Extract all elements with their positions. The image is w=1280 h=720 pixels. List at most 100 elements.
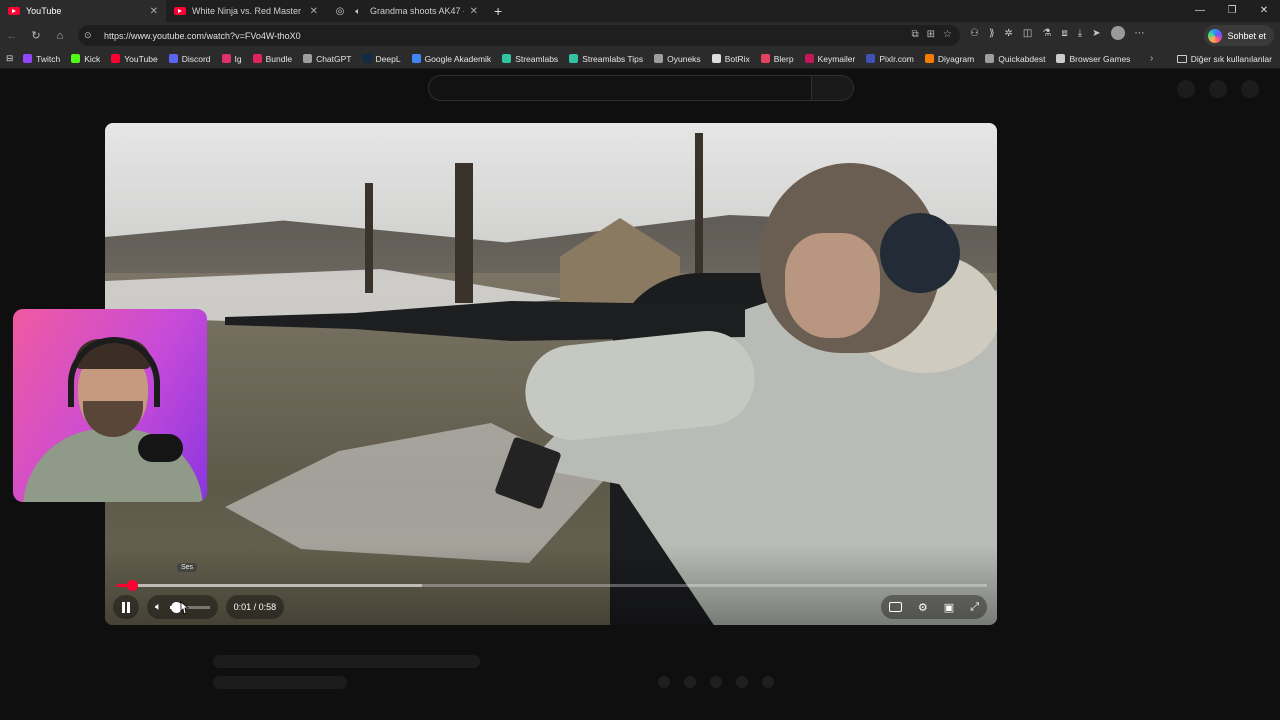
search-input[interactable] (428, 75, 812, 101)
close-window-icon[interactable]: ✕ (1248, 0, 1280, 22)
bookmark-streamlabs[interactable]: Streamlabs (502, 54, 558, 64)
app-available-icon[interactable]: ⊞ (927, 29, 935, 40)
bookmark-chatgpt[interactable]: ChatGPT (303, 53, 352, 64)
bookmark-label: Pixlr.com (879, 53, 914, 64)
miniplayer-icon[interactable]: ▣ (944, 601, 954, 614)
restore-icon[interactable]: ❐ (1216, 0, 1248, 22)
bookmark-label: Diyagram (937, 53, 975, 64)
split-screen-icon[interactable]: ◫ (1023, 28, 1032, 39)
right-controls: ⚙ ▣ ⤢ (880, 595, 987, 619)
close-icon[interactable]: ✕ (150, 6, 158, 17)
bookmark-label: BotRix (724, 53, 750, 64)
bookmark-twitch[interactable]: Twitch (23, 54, 60, 64)
progress-scrubber[interactable] (126, 580, 138, 591)
youtube-icon (174, 5, 186, 17)
bookmark-streamlabs-tips[interactable]: Streamlabs Tips (569, 54, 643, 64)
bookmarks-bar: ⊟ Twitch Kick YouTube Discord Ig Bundle ChatGP… (0, 49, 1280, 69)
downloads-icon[interactable]: ⤓ (1078, 28, 1082, 39)
home-icon[interactable]: ⌂ (48, 30, 72, 42)
bookmark-favicon-icon (924, 54, 934, 63)
bookmark-favicon-icon (252, 54, 262, 63)
reading-view-icon[interactable]: ⊟ (6, 53, 13, 64)
bookmark-favicon-icon (985, 54, 995, 63)
other-bookmarks[interactable]: Diğer sık kullanılanlar (1176, 49, 1272, 69)
bookmark-label: Google Akademik (424, 53, 492, 64)
fullscreen-icon[interactable]: ⤢ (970, 601, 979, 614)
progress-buffer (117, 584, 422, 587)
bookmark-label: Ig (234, 53, 242, 64)
back-arrow-icon[interactable]: ← (0, 30, 24, 42)
reload-icon[interactable]: ↻ (24, 29, 48, 42)
youtube-page: Ses 🔈︎ 0:01 / 0:58 ⚙ ▣ ⤢ (0, 70, 1280, 720)
subtitles-icon[interactable] (888, 602, 902, 612)
profile-avatar[interactable] (1110, 26, 1125, 40)
bookmark-discord[interactable]: Discord (168, 53, 211, 64)
volume-slider[interactable] (169, 601, 210, 613)
browser-tab-white-ninja[interactable]: White Ninja vs. Red Master - YouT ✕ (166, 0, 326, 22)
bookmark-quickabdest[interactable]: Quickabdest (985, 54, 1045, 64)
pause-button[interactable] (113, 595, 139, 619)
bookmark-pixlr-com[interactable]: Pixlr.com (866, 53, 914, 64)
bookmark-ig[interactable]: Ig (221, 53, 242, 64)
bookmark-browser-games[interactable]: Browser Games (1056, 54, 1130, 64)
bookmark-favicon-icon (111, 54, 121, 63)
close-icon[interactable]: ✕ (310, 6, 318, 17)
browser-tools: ⚇ ⟫ ✲ ◫ ⚗ ⧈ ⤓ ➤ ⋯ (970, 26, 1145, 40)
bookmark-keymailer[interactable]: Keymailer (804, 54, 855, 64)
bookmark-botrix[interactable]: BotRix (711, 53, 750, 64)
header-placeholder-icon[interactable] (1209, 80, 1227, 98)
bookmark-favicon-icon (804, 54, 814, 63)
bookmark-deepl[interactable]: DeepL (362, 54, 401, 64)
minimize-icon[interactable]: — (1184, 0, 1216, 22)
chevron-right-icon[interactable]: › (1150, 49, 1153, 69)
bookmark-kick[interactable]: Kick (71, 54, 100, 64)
bookmark-label: ChatGPT (316, 53, 352, 64)
site-info-icon[interactable]: ⊙ (84, 30, 98, 41)
bookmark-favicon-icon (654, 54, 664, 63)
bookmark-blerp[interactable]: Blerp (760, 54, 794, 64)
tab-strip: YouTube ✕ White Ninja vs. Red Master - Y… (0, 0, 1280, 22)
volume-tooltip: Ses (177, 563, 198, 572)
copilot-icon (1208, 28, 1223, 43)
left-controls: 🔈︎ 0:01 / 0:58 (113, 595, 285, 619)
bookmark-oyuneks[interactable]: Oyuneks (654, 54, 701, 64)
bookmark-google-akademik[interactable]: Google Akademik (411, 53, 492, 64)
address-bar[interactable]: ⊙ https://www.youtube.com/watch?v=FVo4W-… (78, 25, 960, 46)
copilot-button[interactable]: Sohbet et (1204, 25, 1274, 46)
volume-icon[interactable]: 🔈︎ (155, 601, 162, 614)
games-icon[interactable]: ⚇ (970, 28, 979, 39)
other-bookmarks-label: Diğer sık kullanılanlar (1190, 54, 1272, 64)
favorite-star-icon[interactable]: ☆ (943, 29, 952, 40)
bookmark-label: Discord (181, 53, 211, 64)
speaker-icon[interactable]: 🔈︎ (352, 5, 364, 17)
bookmark-diyagram[interactable]: Diyagram (924, 53, 975, 64)
youtube-icon (8, 5, 20, 17)
browser-tab-youtube[interactable]: YouTube ✕ (0, 0, 166, 22)
video-player[interactable]: Ses 🔈︎ 0:01 / 0:58 ⚙ ▣ ⤢ (105, 123, 997, 625)
browser-tab-grandma[interactable]: ◎ 🔈︎ Grandma shoots AK47 - You ✕ (326, 0, 486, 22)
bookmark-favicon-icon (23, 54, 33, 63)
globe-icon: ◎ (335, 5, 345, 17)
url-text[interactable]: https://www.youtube.com/watch?v=FVo4W-th… (104, 31, 301, 41)
new-tab-button[interactable]: + (494, 3, 502, 19)
translate-icon[interactable]: ⧉ (912, 29, 919, 40)
bookmark-youtube[interactable]: YouTube (111, 54, 158, 64)
more-menu-icon[interactable]: ⋯ (1135, 28, 1145, 39)
read-aloud-icon[interactable]: ⟫ (989, 28, 995, 39)
extensions-icon[interactable]: ✲ (1005, 28, 1013, 39)
progress-bar[interactable] (117, 580, 987, 591)
header-placeholder-icon[interactable] (1177, 80, 1195, 98)
settings-gear-icon[interactable]: ⚙ (918, 601, 928, 614)
bookmark-bundle[interactable]: Bundle (252, 54, 292, 64)
performance-icon[interactable]: ⚗ (1042, 28, 1051, 39)
mouse-cursor-icon (180, 601, 189, 615)
close-icon[interactable]: ✕ (470, 6, 478, 17)
search-button[interactable] (812, 75, 854, 101)
header-placeholder-icon[interactable] (1241, 80, 1259, 98)
collections-icon[interactable]: ⧈ (1061, 28, 1067, 39)
bookmark-favicon-icon (362, 54, 372, 63)
bookmark-label: Streamlabs (515, 53, 559, 64)
share-icon[interactable]: ➤ (1092, 28, 1100, 39)
bookmark-label: Twitch (36, 53, 61, 64)
video-frame (105, 123, 997, 625)
